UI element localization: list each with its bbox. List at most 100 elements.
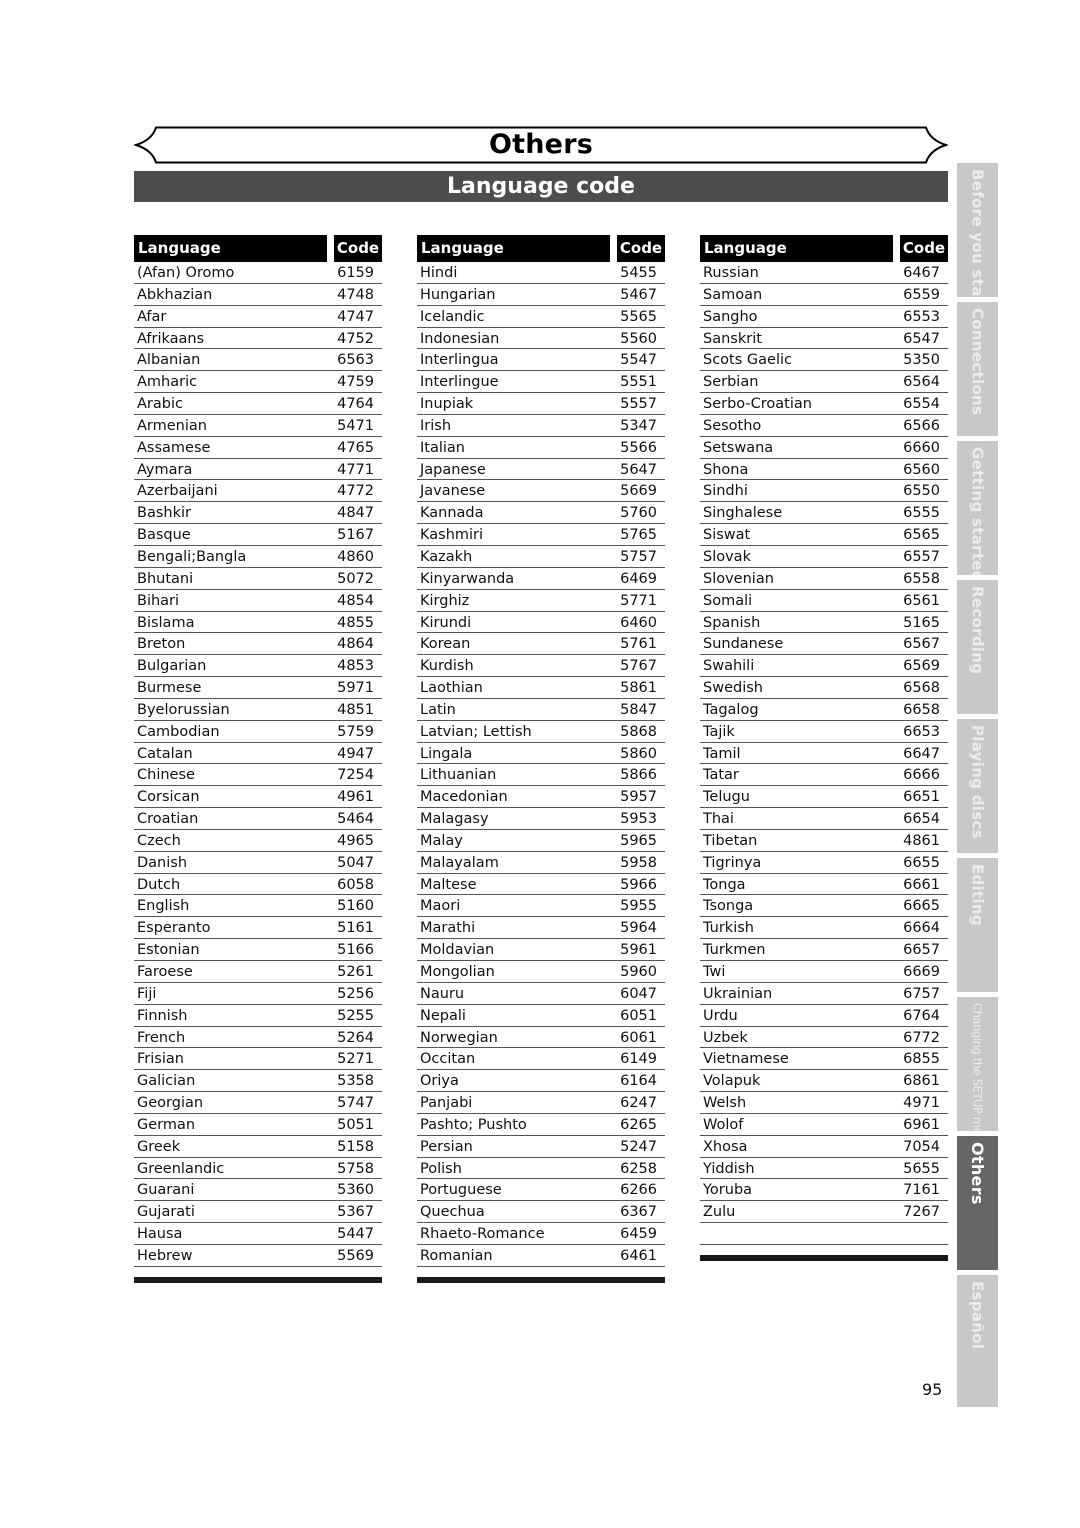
language-name: Kashmiri [420, 527, 484, 544]
language-name: Bengali;Bangla [137, 548, 247, 565]
language-code: 5961 [620, 942, 657, 959]
language-code: 6058 [337, 876, 374, 893]
language-code: 5760 [620, 505, 657, 522]
language-name: Interlingue [420, 374, 499, 391]
language-name: Serbo-Croatian [703, 396, 812, 413]
table-row: Scots Gaelic 5350 [700, 349, 948, 372]
language-code: 5569 [337, 1247, 374, 1264]
table-row: Russian 6467 [700, 262, 948, 284]
language-code: 6855 [903, 1051, 940, 1068]
table-row: Kurdish 5767 [417, 655, 665, 678]
language-name: Malayalam [420, 854, 499, 871]
language-code: 5547 [620, 352, 657, 369]
tab-changing-the-setup-menu[interactable]: Changing the SETUP menu [957, 997, 998, 1131]
language-code: 5047 [337, 854, 374, 871]
table-row: Kannada 5760 [417, 502, 665, 525]
language-name: Catalan [137, 745, 193, 762]
table-row: Malayalam 5958 [417, 852, 665, 874]
language-name: Bhutani [137, 570, 194, 587]
language-name: Latvian; Lettish [420, 723, 532, 740]
language-name: Lithuanian [420, 767, 497, 784]
language-name: Setswana [703, 439, 774, 456]
table-row: Swahili 6569 [700, 655, 948, 678]
language-code: 4860 [337, 548, 374, 565]
language-name: Macedonian [420, 789, 508, 806]
language-code: 5247 [620, 1138, 657, 1155]
language-code: 5866 [620, 767, 657, 784]
language-code: 5464 [337, 811, 374, 828]
language-name: Swedish [703, 680, 763, 697]
table-row: Afrikaans 4752 [134, 328, 382, 350]
language-name: Kirghiz [420, 592, 470, 609]
table-row: Marathi 5964 [417, 917, 665, 940]
table-row: Azerbaijani 4772 [134, 480, 382, 503]
language-code: 6555 [903, 505, 940, 522]
table-row: Aymara 4771 [134, 459, 382, 481]
language-code: 6563 [337, 352, 374, 369]
language-code: 5669 [620, 483, 657, 500]
table-header: Language Code [134, 235, 382, 262]
table-row: German 5051 [134, 1114, 382, 1136]
tab-before-you-start[interactable]: Before you start [957, 163, 998, 297]
language-name: Sanskrit [703, 330, 762, 347]
language-code: 6665 [903, 898, 940, 915]
language-code: 5471 [337, 417, 374, 434]
language-column-header: Language [134, 235, 327, 262]
table-row: Serbian 6564 [700, 371, 948, 394]
table-rows: Russian 6467 Samoan 6559 Sangho 6553 Sanskrit 6… [700, 262, 948, 1224]
language-code: 6061 [620, 1029, 657, 1046]
table-row: Assamese 4765 [134, 437, 382, 459]
language-code: 6467 [903, 265, 940, 281]
table-row: Irish 5347 [417, 415, 665, 437]
tab-connections[interactable]: Connections [957, 302, 998, 436]
table-row: Gujarati 5367 [134, 1201, 382, 1224]
language-code: 6258 [620, 1160, 657, 1177]
language-code: 6560 [903, 461, 940, 478]
language-code: 4847 [337, 505, 374, 522]
language-code: 5051 [337, 1116, 374, 1133]
table-row: Icelandic 5565 [417, 306, 665, 328]
language-code: 6459 [620, 1226, 657, 1243]
language-code: 5971 [337, 680, 374, 697]
table-row: Interlingue 5551 [417, 371, 665, 394]
table-row: Tibetan 4861 [700, 830, 948, 852]
language-code: 6660 [903, 439, 940, 456]
language-code: 4764 [337, 396, 374, 413]
language-code: 6566 [903, 417, 940, 434]
language-code: 6654 [903, 811, 940, 828]
table-row: Fiji 5256 [134, 983, 382, 1005]
table-row: Thai 6654 [700, 808, 948, 830]
tab-getting-started[interactable]: Getting started [957, 441, 998, 575]
tab-others[interactable]: Others [957, 1136, 998, 1270]
language-name: Twi [703, 964, 726, 980]
language-name: Javanese [420, 483, 486, 500]
language-name: Rhaeto-Romance [420, 1226, 545, 1243]
table-row: Lingala 5860 [417, 743, 665, 765]
language-name: Gujarati [137, 1204, 195, 1221]
tab-recording[interactable]: Recording [957, 580, 998, 714]
language-name: Polish [420, 1160, 462, 1177]
table-row: Greenlandic 5758 [134, 1158, 382, 1180]
table-row: Wolof 6961 [700, 1114, 948, 1136]
tab-editing[interactable]: Editing [957, 858, 998, 992]
table-row: Somali 6561 [700, 590, 948, 612]
language-name: Byelorussian [137, 701, 230, 718]
language-name: Turkish [703, 920, 754, 937]
table-row: Javanese 5669 [417, 480, 665, 503]
language-name: French [137, 1029, 186, 1046]
language-code: 4961 [337, 789, 374, 806]
language-name: Arabic [137, 396, 183, 413]
language-name: Afrikaans [137, 330, 205, 347]
language-name: Singhalese [703, 505, 783, 522]
language-code: 6666 [903, 767, 940, 784]
tab-espa-ol[interactable]: Español [957, 1275, 998, 1407]
language-name: Sesotho [703, 417, 762, 434]
language-name: Sindhi [703, 483, 748, 500]
blank-row [700, 1223, 948, 1245]
language-name: German [137, 1116, 196, 1133]
language-name: Hindi [420, 265, 458, 281]
language-name: Scots Gaelic [703, 352, 792, 369]
tab-label: Before you start [968, 169, 987, 297]
table-rows: Hindi 5455 Hungarian 5467 Icelandic 5565 Indon… [417, 262, 665, 1267]
tab-playing-discs[interactable]: Playing discs [957, 719, 998, 853]
